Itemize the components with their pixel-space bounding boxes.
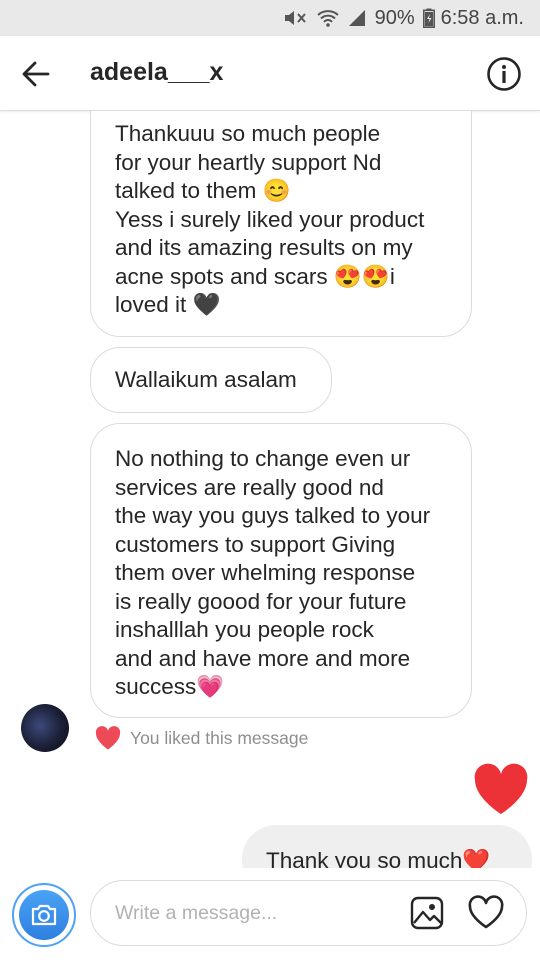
arrow-left-icon — [22, 61, 50, 87]
gallery-button[interactable] — [409, 895, 445, 931]
clock: 6:58 a.m. — [440, 6, 524, 29]
received-message[interactable]: Wallaikum asalam — [90, 347, 332, 413]
heart-outline-icon — [468, 895, 504, 929]
status-bar: 90% 6:58 a.m. — [0, 0, 540, 36]
battery-icon — [422, 8, 435, 28]
message-input-container[interactable] — [90, 880, 527, 946]
camera-icon — [19, 890, 69, 940]
avatar[interactable] — [21, 704, 69, 752]
received-message[interactable]: No nothing to change even ur services ar… — [90, 423, 472, 718]
liked-indicator: You liked this message — [94, 724, 308, 752]
gallery-icon — [410, 896, 444, 930]
message-composer — [0, 868, 540, 960]
info-button[interactable] — [486, 56, 522, 92]
message-list[interactable]: Thankuuu so much people for your heartly… — [0, 111, 540, 869]
chat-header: adeela___x — [0, 36, 540, 111]
battery-percent: 90% — [374, 6, 415, 29]
signal-icon — [347, 8, 367, 28]
camera-button[interactable] — [12, 883, 76, 947]
heart-filled-icon — [95, 726, 121, 750]
wifi-icon — [316, 8, 339, 28]
sent-message[interactable]: Thank you so much❤️ — [242, 825, 532, 869]
message-input[interactable] — [113, 895, 397, 931]
back-button[interactable] — [18, 56, 54, 92]
mute-icon — [283, 8, 309, 28]
received-message[interactable]: Thankuuu so much people for your heartly… — [90, 111, 472, 337]
liked-message-note: You liked this message — [130, 727, 309, 748]
info-icon — [487, 57, 521, 91]
like-button[interactable] — [467, 895, 505, 931]
conversation-username[interactable]: adeela___x — [90, 58, 223, 87]
sent-like-heart-icon[interactable] — [472, 763, 530, 817]
